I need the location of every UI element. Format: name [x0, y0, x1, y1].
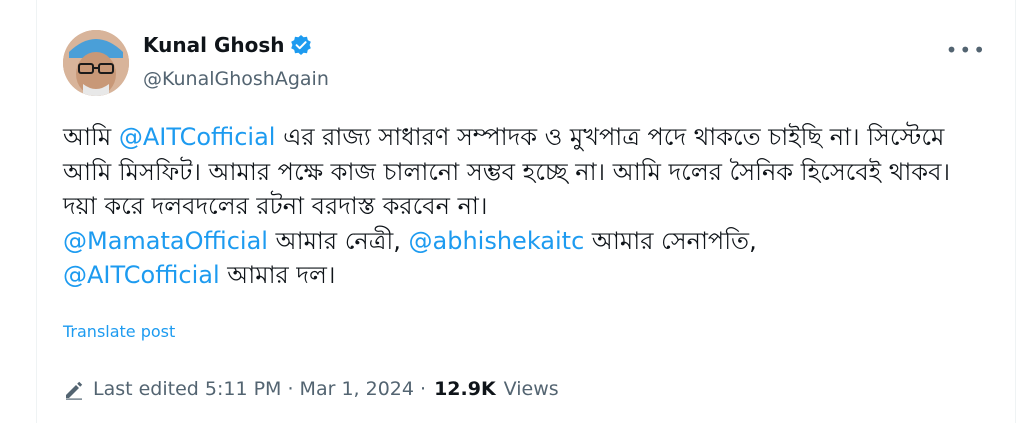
translate-post-link[interactable]: Translate post [63, 322, 175, 341]
display-name[interactable]: Kunal Ghosh [143, 33, 284, 57]
views-count: 12.9K [434, 378, 496, 400]
post-text-segment: আমার সেনাপতি, [584, 226, 757, 255]
post-card: Kunal Ghosh @KunalGhoshAgain ••• আমি @AI… [36, 0, 1016, 423]
last-edited-label[interactable]: Last edited 5:11 PM · Mar 1, 2024 · [93, 378, 426, 400]
avatar[interactable] [63, 30, 129, 96]
post-text-segment: আমার দল। [219, 261, 336, 289]
author-name-row: Kunal Ghosh [143, 33, 312, 57]
views-label: Views [503, 378, 559, 400]
avatar-image [63, 30, 129, 96]
author-handle[interactable]: @KunalGhoshAgain [143, 68, 329, 90]
verified-badge-icon [290, 34, 312, 56]
post-meta: Last edited 5:11 PM · Mar 1, 2024 · 12.9… [63, 378, 559, 400]
mention-mamataofficial[interactable]: @MamataOfficial [63, 227, 268, 255]
pencil-icon[interactable] [63, 378, 85, 400]
post-text: আমি @AITCofficial এর রাজ্য সাধারণ সম্পাদ… [63, 120, 983, 293]
mention-aitcofficial[interactable]: @AITCofficial [63, 261, 220, 289]
post-text-segment: আমি [63, 123, 119, 151]
post-text-segment: আমার নেত্রী, [267, 226, 409, 255]
mention-abhishekaitc[interactable]: @abhishekaitc [409, 227, 585, 255]
mention-aitcofficial[interactable]: @AITCofficial [119, 123, 276, 151]
more-options-icon[interactable]: ••• [946, 38, 987, 62]
